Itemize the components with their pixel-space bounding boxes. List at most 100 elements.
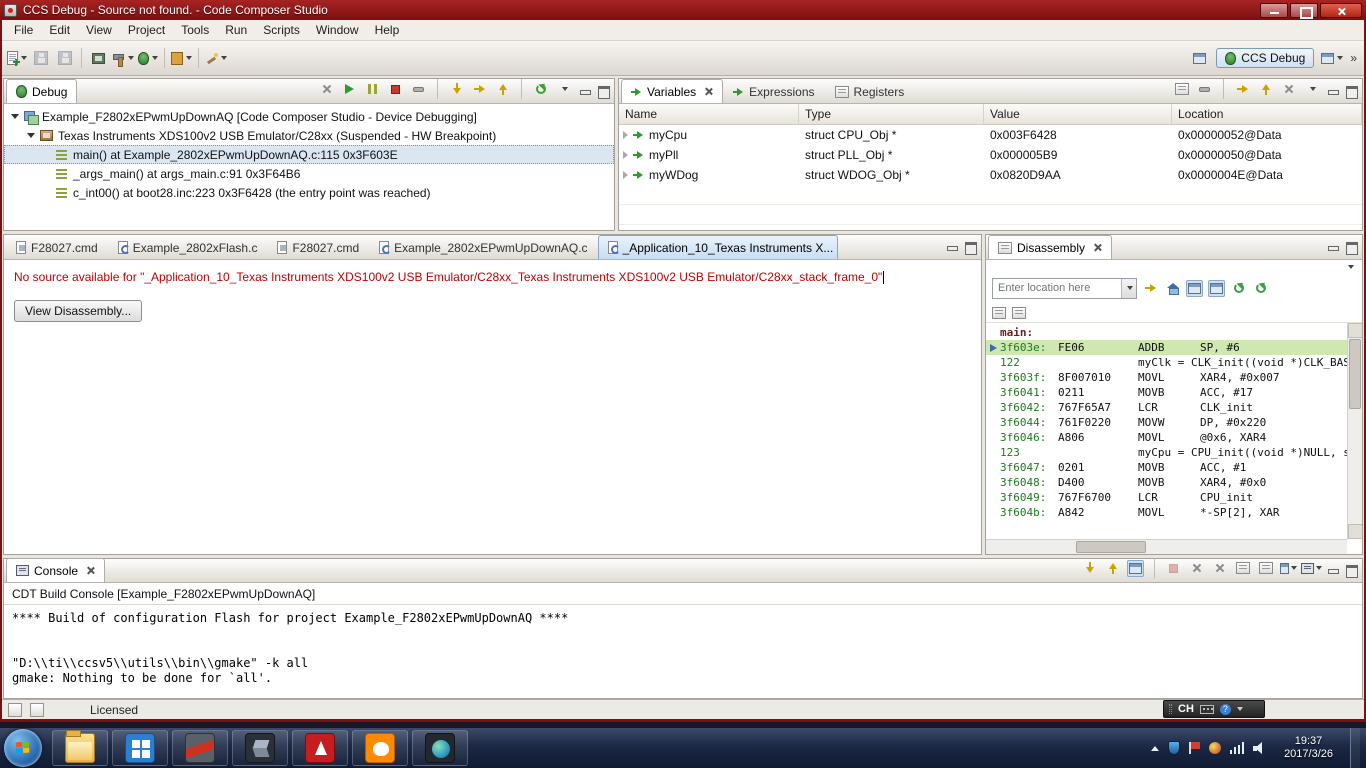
disasm-line[interactable]: 3f603f: 8F007010 MOVL XAR4, #0x007: [986, 370, 1347, 385]
menu-view[interactable]: View: [78, 21, 120, 39]
menu-edit[interactable]: Edit: [41, 21, 78, 39]
taskbar-app-red-button[interactable]: [172, 730, 228, 766]
maximize-view-button[interactable]: [1344, 564, 1358, 578]
terminate-button[interactable]: [387, 81, 404, 98]
insert-mode-icon[interactable]: [30, 702, 44, 717]
expander-expanded-icon[interactable]: [26, 133, 35, 138]
location-input[interactable]: [993, 278, 1121, 298]
minimize-view-button[interactable]: [945, 241, 959, 253]
view-menu-button[interactable]: [1303, 81, 1320, 98]
expander-expanded-icon[interactable]: [10, 114, 19, 119]
view-disassembly-button[interactable]: View Disassembly...: [14, 300, 143, 323]
clear-console-button[interactable]: [1234, 560, 1251, 577]
taskbar-ccs-button[interactable]: [412, 730, 468, 766]
step-over-button[interactable]: [471, 81, 488, 98]
start-button[interactable]: [4, 729, 42, 767]
copy-view-icon[interactable]: [992, 306, 1006, 319]
settings-view-icon[interactable]: [1012, 306, 1026, 319]
keyboard-icon[interactable]: [1199, 704, 1214, 714]
combo-dropdown-button[interactable]: [1121, 278, 1136, 298]
step-return-button[interactable]: [494, 81, 511, 98]
volume-icon[interactable]: [1253, 742, 1267, 754]
variable-value[interactable]: 0x0820D9AA: [984, 165, 1172, 185]
network-signal-icon[interactable]: [1230, 742, 1245, 754]
tree-item-frame-main[interactable]: main() at Example_2802xEPwmUpDownAQ.c:11…: [4, 145, 614, 164]
column-header-type[interactable]: Type: [799, 104, 984, 124]
antivirus-tray-icon[interactable]: [1209, 742, 1222, 754]
wand-button[interactable]: [203, 46, 229, 70]
expander-collapsed-icon[interactable]: [623, 151, 628, 159]
maximize-view-button[interactable]: [1344, 85, 1358, 99]
maximize-view-button[interactable]: [1344, 241, 1358, 255]
langbar-grip[interactable]: [1169, 704, 1172, 714]
disasm-line[interactable]: 3f6042: 767F65A7 LCR CLK_init: [986, 400, 1347, 415]
flag-icon[interactable]: [1189, 742, 1201, 754]
refresh-button[interactable]: [1230, 280, 1247, 297]
disasm-line-current[interactable]: 3f603e: FE06 ADDB SP, #6: [986, 340, 1347, 355]
variable-row-mycpu[interactable]: myCpu struct CPU_Obj * 0x003F6428 0x0000…: [619, 125, 1362, 145]
scroll-up-button[interactable]: [1348, 323, 1362, 338]
show-type-names-button[interactable]: [1173, 81, 1190, 98]
build-button[interactable]: [110, 46, 136, 70]
tab-registers[interactable]: Registers: [825, 79, 915, 103]
tree-item-device[interactable]: Texas Instruments XDS100v2 USB Emulator/…: [4, 126, 614, 145]
menu-run[interactable]: Run: [217, 21, 255, 39]
taskbar-explorer-button[interactable]: [52, 730, 108, 766]
step-into-button[interactable]: [448, 81, 465, 98]
disasm-line[interactable]: 3f604b: A842 MOVL *-SP[2], XAR: [986, 505, 1347, 520]
toolbar-overflow-chevron[interactable]: »: [1350, 51, 1357, 65]
show-desktop-button[interactable]: [1350, 728, 1360, 768]
disassembly-listing[interactable]: main: 3f603e: FE06 ADDB SP, #6 122 myClk…: [986, 323, 1362, 554]
menu-help[interactable]: Help: [367, 21, 408, 39]
langbar-options-icon[interactable]: [1236, 707, 1243, 711]
editor-tab-f28027-cmd-2[interactable]: F28027.cmd: [267, 235, 369, 259]
view-menu-button[interactable]: [555, 81, 572, 98]
minimize-button[interactable]: [1260, 2, 1288, 18]
variable-row-mypll[interactable]: myPll struct PLL_Obj * 0x000005B9 0x0000…: [619, 145, 1362, 165]
show-source-button[interactable]: [1208, 279, 1225, 297]
menu-file[interactable]: File: [6, 21, 41, 39]
scroll-lock-up-button[interactable]: [1104, 560, 1121, 577]
action-center-shield-icon[interactable]: [1168, 741, 1181, 755]
expander-collapsed-icon[interactable]: [623, 171, 628, 179]
export-button[interactable]: [1257, 81, 1274, 98]
show-hidden-icons-button[interactable]: [1151, 745, 1160, 751]
disasm-line[interactable]: 3f6041: 0211 MOVB ACC, #17: [986, 385, 1347, 400]
taskbar-uc-browser-button[interactable]: [352, 730, 408, 766]
edit-perspective-button[interactable]: [1319, 46, 1345, 70]
collapse-all-button[interactable]: [1196, 81, 1213, 98]
close-tab-icon[interactable]: [704, 87, 713, 96]
close-tab-icon[interactable]: [86, 566, 95, 575]
close-tab-icon[interactable]: [1093, 243, 1102, 252]
tab-debug[interactable]: Debug: [6, 79, 78, 103]
open-console-button[interactable]: [1301, 560, 1322, 577]
menu-project[interactable]: Project: [120, 21, 173, 39]
variable-value[interactable]: 0x003F6428: [984, 125, 1172, 145]
vertical-scrollbar[interactable]: [1347, 323, 1362, 539]
new-button[interactable]: [5, 46, 29, 70]
minimize-view-button[interactable]: [1326, 564, 1340, 576]
disasm-line[interactable]: 3f6046: A806 MOVL @0x6, XAR4: [986, 430, 1347, 445]
minimize-view-button[interactable]: [1326, 85, 1340, 97]
column-header-value[interactable]: Value: [984, 104, 1172, 124]
ime-indicator[interactable]: CH: [1178, 703, 1194, 715]
pin-console-button[interactable]: [1257, 560, 1274, 577]
disasm-line[interactable]: 3f6047: 0201 MOVB ACC, #1: [986, 460, 1347, 475]
debug-button[interactable]: [136, 46, 160, 70]
minimize-view-button[interactable]: [578, 85, 592, 97]
horizontal-scrollbar[interactable]: [986, 539, 1347, 554]
flash-button[interactable]: [169, 46, 194, 70]
maximize-button[interactable]: [1290, 2, 1318, 19]
scrollbar-thumb[interactable]: [1349, 339, 1361, 409]
link-with-active-button[interactable]: [1186, 279, 1203, 297]
maximize-view-button[interactable]: [596, 85, 610, 99]
remove-all-terminated-button[interactable]: [318, 81, 335, 98]
taskbar-app-cube-button[interactable]: [232, 730, 288, 766]
expander-collapsed-icon[interactable]: [623, 131, 628, 139]
tab-expressions[interactable]: Expressions: [723, 79, 824, 103]
disasm-line[interactable]: 3f6044: 761F0220 MOVW DP, #0x220: [986, 415, 1347, 430]
taskbar-clock[interactable]: 19:37 2017/3/26: [1276, 735, 1341, 761]
tab-variables[interactable]: Variables: [621, 79, 724, 103]
maximize-view-button[interactable]: [963, 241, 977, 255]
column-header-location[interactable]: Location: [1172, 104, 1362, 124]
